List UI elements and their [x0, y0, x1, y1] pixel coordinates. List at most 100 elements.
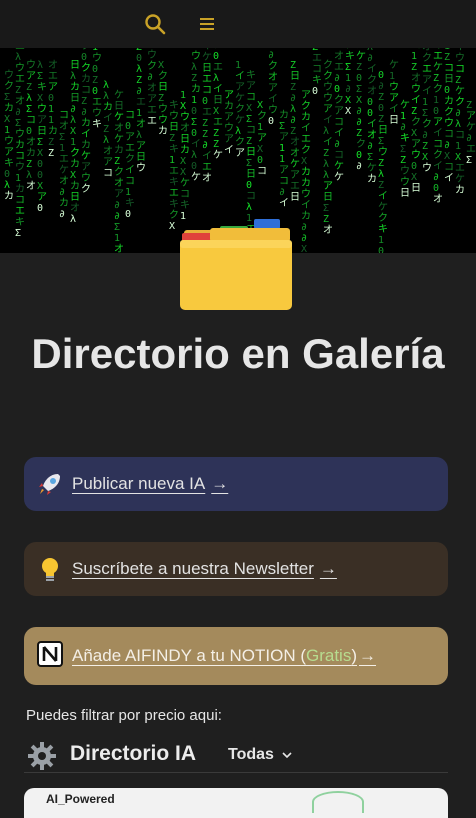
matrix-glyph: Z	[48, 137, 54, 148]
matrix-glyph: エ	[455, 163, 465, 174]
matrix-glyph: カ	[279, 109, 289, 121]
matrix-glyph: ∂	[400, 122, 406, 133]
ai-tool-card[interactable]: AI_Powered	[24, 788, 448, 818]
matrix-glyph: λ	[136, 130, 142, 141]
publish-ai-label: Publicar nueva IA	[72, 474, 206, 493]
matrix-glyph: 日	[246, 169, 256, 180]
matrix-glyph: ケ	[180, 177, 190, 189]
matrix-glyph: Σ	[345, 62, 351, 73]
matrix-glyph: エ	[213, 62, 223, 73]
matrix-glyph: 0	[246, 180, 252, 191]
matrix-glyph: コ	[455, 64, 465, 75]
matrix-glyph: 日	[290, 71, 300, 82]
notion-button[interactable]: Añade AIFINDY a tu NOTION (Gratis) →	[24, 627, 448, 685]
matrix-glyph: オ	[48, 59, 58, 71]
matrix-glyph: イ	[235, 71, 245, 82]
matrix-glyph: λ	[213, 73, 219, 84]
matrix-glyph: コ	[15, 151, 25, 162]
matrix-glyph: カ	[59, 197, 69, 209]
matrix-glyph: Z	[202, 129, 208, 140]
price-filter-select[interactable]: Todas	[228, 746, 292, 764]
matrix-glyph: λ	[70, 71, 76, 82]
matrix-glyph: Σ	[279, 121, 285, 132]
matrix-glyph: X	[4, 114, 10, 125]
matrix-glyph: コ	[433, 139, 443, 150]
matrix-glyph: 日	[389, 115, 399, 126]
matrix-glyph: Z	[323, 214, 329, 225]
search-icon[interactable]	[143, 12, 167, 36]
matrix-glyph: オ	[15, 95, 25, 107]
matrix-glyph: エ	[466, 144, 476, 155]
matrix-glyph: ク	[235, 136, 245, 148]
matrix-glyph: オ	[59, 120, 69, 132]
matrix-glyph: オ	[103, 145, 113, 157]
matrix-glyph: 1	[433, 95, 439, 106]
matrix-glyph: ケ	[81, 150, 91, 162]
menu-icon[interactable]	[195, 12, 219, 36]
matrix-glyph: ウ	[411, 83, 421, 95]
matrix-glyph: イ	[301, 200, 311, 211]
matrix-glyph: Z	[411, 106, 417, 117]
matrix-glyph: オ	[323, 224, 333, 236]
matrix-glyph: λ	[103, 135, 109, 146]
matrix-glyph: 1	[125, 187, 131, 198]
matrix-glyph: 0	[81, 52, 87, 63]
matrix-glyph: ∂	[114, 211, 120, 222]
matrix-glyph: イ	[279, 198, 289, 209]
matrix-glyph: 日	[158, 82, 168, 93]
matrix-glyph: ア	[224, 112, 234, 123]
matrix-glyph: コ	[202, 85, 212, 96]
matrix-glyph: イ	[213, 84, 223, 95]
matrix-glyph: エ	[136, 97, 146, 108]
matrix-glyph: ア	[26, 71, 36, 82]
matrix-glyph: 0	[125, 121, 131, 132]
matrix-glyph: オ	[367, 85, 377, 97]
matrix-glyph: イ	[103, 113, 113, 124]
matrix-glyph: Z	[356, 62, 362, 73]
matrix-glyph: カ	[180, 144, 190, 156]
matrix-glyph: ウ	[224, 122, 234, 134]
matrix-glyph: ウ	[268, 104, 278, 116]
matrix-glyph: 0	[356, 150, 362, 161]
matrix-glyph: 日	[323, 192, 333, 203]
matrix-glyph: 日	[114, 101, 124, 112]
matrix-glyph: イ	[323, 115, 333, 126]
matrix-glyph: 日	[202, 63, 212, 74]
matrix-glyph: 0	[378, 246, 384, 253]
matrix-glyph: ∂	[455, 108, 461, 119]
matrix-glyph: ク	[356, 138, 366, 150]
matrix-glyph: 日	[444, 74, 454, 85]
arrow-right-icon: →	[319, 559, 337, 578]
matrix-glyph: ク	[125, 153, 135, 165]
matrix-glyph: カ	[301, 177, 311, 189]
badge-shape	[312, 791, 364, 813]
publish-ai-button[interactable]: Publicar nueva IA →	[24, 457, 448, 511]
matrix-glyph: 1	[389, 71, 395, 82]
matrix-glyph: オ	[268, 71, 278, 83]
matrix-glyph: Z	[411, 62, 417, 73]
matrix-glyph: Z	[191, 73, 197, 84]
matrix-glyph: ∂	[59, 187, 65, 198]
matrix-glyph: オ	[26, 180, 36, 192]
matrix-glyph: ウ	[323, 92, 333, 104]
matrix-glyph: ア	[136, 141, 146, 152]
matrix-glyph: Σ	[378, 136, 384, 147]
matrix-glyph: X	[345, 95, 351, 106]
matrix-glyph: カ	[444, 95, 454, 107]
matrix-glyph: カ	[367, 173, 377, 185]
matrix-glyph: エ	[15, 206, 25, 217]
matrix-glyph: 日	[180, 134, 190, 145]
matrix-glyph: 0	[191, 161, 197, 172]
matrix-glyph: ケ	[191, 171, 201, 183]
matrix-glyph: コ	[246, 125, 256, 136]
matrix-glyph: Z	[400, 155, 406, 166]
matrix-glyph: ク	[81, 183, 91, 195]
matrix-glyph: 0	[268, 116, 274, 127]
matrix-glyph: コ	[334, 150, 344, 161]
matrix-glyph: Z	[378, 180, 384, 191]
matrix-glyph: X	[301, 244, 307, 253]
matrix-glyph: キ	[169, 199, 179, 210]
matrix-glyph: Σ	[37, 71, 43, 82]
newsletter-button[interactable]: Suscríbete a nuestra Newsletter →	[24, 542, 448, 596]
lightbulb-icon	[42, 558, 58, 581]
